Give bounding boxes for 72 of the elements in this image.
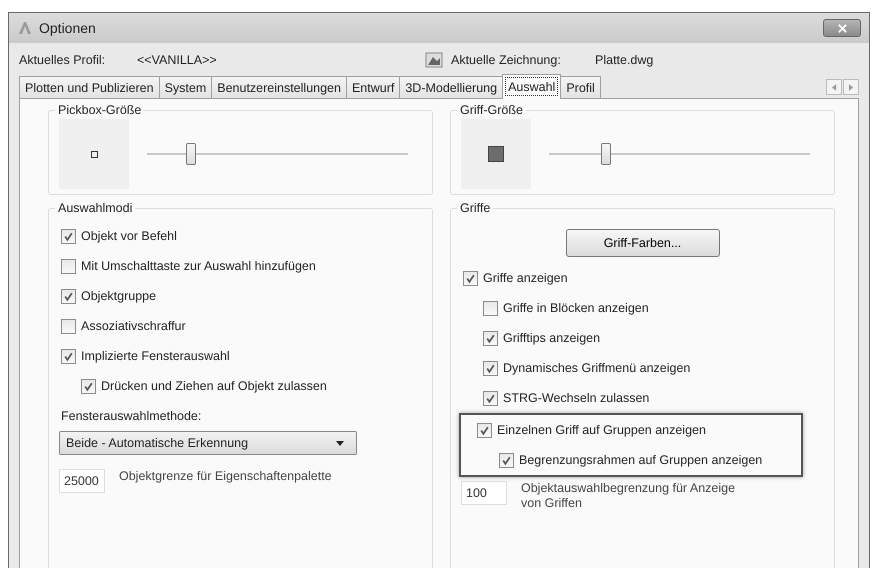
checkbox-label: STRG-Wechseln zulassen [503, 391, 650, 405]
group-title: Auswahlmodi [57, 201, 134, 215]
checkbox[interactable] [61, 348, 76, 364]
tab[interactable]: Plotten und Publizieren [19, 76, 160, 98]
check-icon [485, 332, 496, 344]
grip-colors-button[interactable]: Griff-Farben... [566, 229, 720, 257]
scroll-left-button[interactable] [826, 79, 842, 95]
app-icon [17, 20, 33, 36]
scroll-right-button[interactable] [843, 79, 859, 95]
drawing-value: Platte.dwg [595, 53, 654, 67]
limit-input[interactable]: 100 [461, 481, 507, 505]
checkbox-label: Assoziativschraffur [81, 319, 186, 333]
checkbox-label: Grifftips anzeigen [503, 331, 600, 345]
tab[interactable]: 3D-Modellierung [399, 76, 504, 98]
checkbox-label: Objekt vor Befehl [81, 229, 177, 243]
checkbox-label: Objektgruppe [81, 289, 156, 303]
profile-label: Aktuelles Profil: [19, 53, 106, 67]
close-icon [836, 22, 848, 34]
check-icon [479, 424, 490, 436]
pickbox-icon [90, 150, 98, 158]
checkbox-label: Griffe anzeigen [483, 271, 568, 285]
checkbox[interactable] [483, 330, 498, 346]
checkbox[interactable] [483, 300, 498, 316]
limit-label: Objektgrenze für Eigenschaftenpalette [119, 469, 333, 484]
checkbox[interactable] [463, 270, 478, 286]
right-arrow-icon [848, 84, 854, 90]
checkbox[interactable] [61, 228, 76, 244]
group-title: Griff-Größe [459, 103, 524, 117]
drawing-icon [425, 52, 443, 68]
checkbox[interactable] [81, 378, 96, 394]
window-title: Optionen [39, 20, 96, 36]
checkbox-label: Dynamisches Griffmenü anzeigen [503, 361, 690, 375]
check-icon [485, 362, 496, 374]
left-arrow-icon [832, 84, 836, 90]
grip-square-icon [488, 146, 504, 162]
checkbox[interactable] [61, 318, 76, 334]
drawing-label: Aktuelle Zeichnung: [451, 53, 562, 67]
check-icon [63, 350, 74, 362]
profile-value: <<VANILLA>> [137, 53, 218, 67]
checkbox[interactable] [483, 360, 498, 376]
tab[interactable]: Auswahl [502, 74, 562, 99]
limit-input[interactable]: 25000 [59, 469, 105, 493]
method-dropdown[interactable]: Beide - Automatische Erkennung [59, 431, 357, 455]
checkbox-label: Griffe in Blöcken anzeigen [503, 301, 649, 315]
check-icon [465, 272, 476, 284]
check-icon [83, 380, 94, 392]
check-icon [63, 230, 74, 242]
tab[interactable]: Benutzereinstellungen [211, 76, 347, 98]
checkbox-label: Mit Umschalttaste zur Auswahl hinzufügen [81, 259, 316, 273]
group-title: Griffe [459, 201, 492, 215]
group-title: Pickbox-Größe [57, 103, 142, 117]
checkbox-label: Drücken und Ziehen auf Objekt zulassen [101, 379, 327, 393]
checkbox[interactable] [61, 288, 76, 304]
slider-thumb[interactable] [186, 143, 196, 165]
check-icon [501, 454, 512, 466]
checkbox[interactable] [499, 452, 514, 468]
tab[interactable]: Entwurf [346, 76, 400, 98]
checkbox-label: Implizierte Fensterauswahl [81, 349, 230, 363]
field-label: Fensterauswahlmethode: [60, 409, 202, 423]
tab[interactable]: Profil [560, 76, 601, 98]
dropdown-arrow-icon [336, 440, 344, 446]
check-icon [63, 290, 74, 302]
checkbox[interactable] [61, 258, 76, 274]
limit-label: Objektauswahlbegrenzung für Anzeige von Griffen [521, 481, 736, 511]
checkbox[interactable] [477, 422, 492, 438]
checkbox[interactable] [483, 390, 498, 406]
checkbox-label: Begrenzungsrahmen auf Gruppen anzeigen [519, 453, 762, 467]
check-icon [485, 392, 496, 404]
checkbox-label: Einzelnen Griff auf Gruppen anzeigen [497, 423, 706, 437]
tab[interactable]: System [158, 76, 212, 98]
close-button[interactable] [823, 19, 861, 37]
slider-thumb[interactable] [601, 143, 612, 165]
